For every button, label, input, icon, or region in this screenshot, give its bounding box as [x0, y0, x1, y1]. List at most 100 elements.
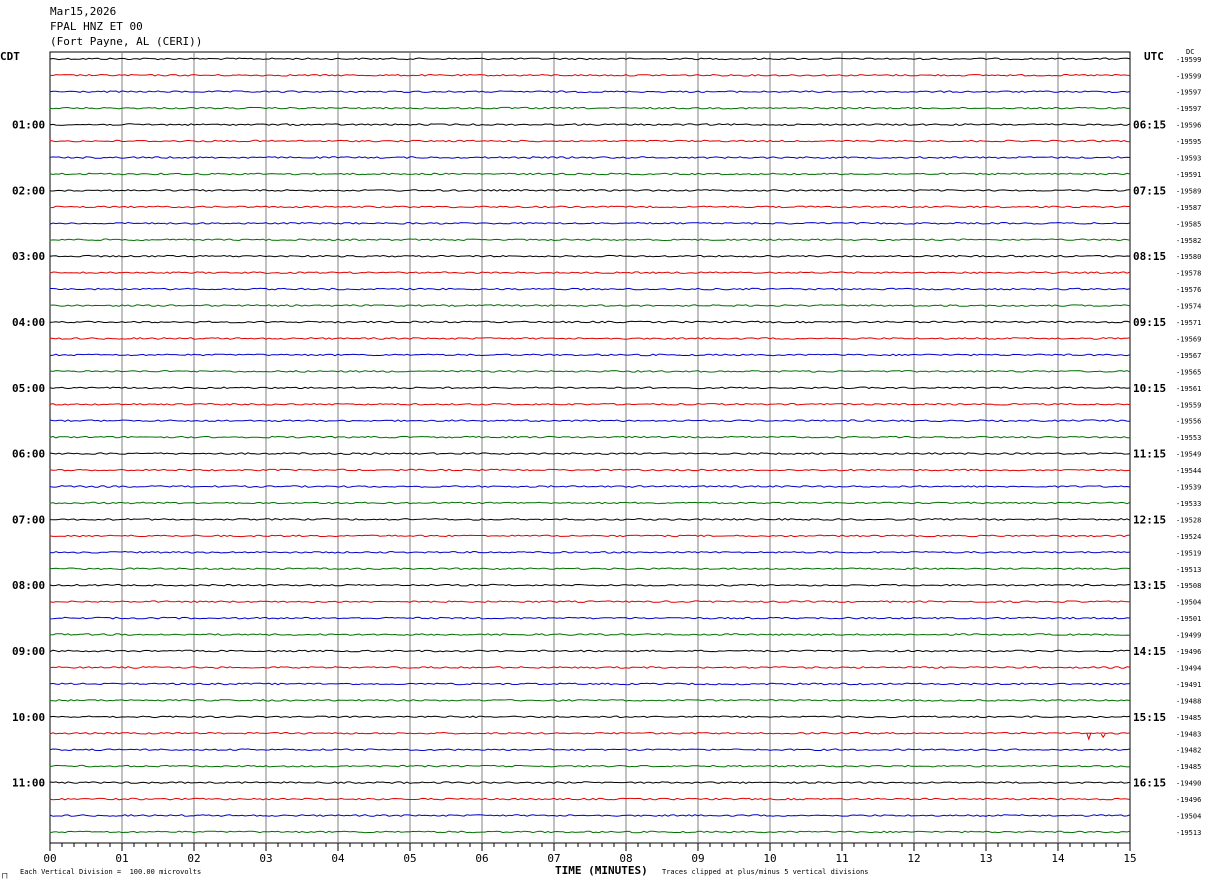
dc-offset-label: -19494 [1176, 664, 1201, 672]
x-tick-label: 14 [1051, 852, 1065, 865]
seismic-trace [49, 830, 1131, 834]
left-hour-label: 04:00 [12, 316, 45, 329]
left-hour-label: 01:00 [12, 119, 45, 132]
left-hour-label: 07:00 [12, 513, 45, 526]
seismic-trace [49, 649, 1131, 653]
x-tick-label: 04 [331, 852, 345, 865]
seismic-trace [49, 106, 1130, 110]
x-tick-label: 10 [763, 852, 776, 865]
x-axis-title: TIME (MINUTES) [555, 864, 648, 877]
dc-offset-label: -19508 [1176, 582, 1201, 590]
dc-offset-label: -19513 [1176, 566, 1201, 574]
dc-offset-label: -19597 [1176, 105, 1201, 113]
seismic-trace [49, 583, 1131, 587]
dc-offset-label: -19561 [1176, 385, 1201, 393]
dc-offset-label: -19591 [1176, 171, 1201, 179]
dc-offset-label: -19565 [1176, 368, 1201, 376]
seismic-trace [49, 287, 1131, 291]
seismic-trace [49, 238, 1131, 242]
dc-offset-label: -19567 [1176, 352, 1201, 360]
dc-offset-label: -19499 [1176, 632, 1201, 640]
seismic-trace [49, 304, 1131, 307]
dc-offset-label: -19488 [1176, 697, 1201, 705]
seismic-trace [49, 501, 1131, 505]
seismic-trace [49, 764, 1131, 768]
seismic-trace [49, 205, 1130, 209]
dc-offset-label: -19549 [1176, 451, 1201, 459]
dc-offset-label: -19539 [1176, 484, 1201, 492]
dc-offset-label: -19597 [1176, 89, 1201, 97]
x-tick-label: 01 [115, 852, 128, 865]
dc-offset-label: -19585 [1176, 220, 1201, 228]
dc-offset-label: -19556 [1176, 418, 1201, 426]
seismic-trace [49, 781, 1131, 784]
dc-offset-label: -19544 [1176, 467, 1201, 475]
clip-note: Traces clipped at plus/minus 5 vertical … [662, 868, 869, 876]
right-hour-label: 15:15 [1133, 711, 1166, 724]
right-hour-label: 08:15 [1133, 250, 1166, 263]
seismic-trace [49, 123, 1131, 126]
seismic-trace [49, 715, 1131, 719]
left-hour-label: 05:00 [12, 382, 45, 395]
seismic-trace [49, 435, 1131, 439]
helicorder-plot: -19599 -19599 -19597 -19597 -19596 01:00 06:15… [12, 51, 1201, 865]
dc-offset-label: -19582 [1176, 237, 1201, 245]
dc-offset-label: -19587 [1176, 204, 1201, 212]
right-hour-label: 14:15 [1133, 645, 1166, 658]
right-hour-label: 13:15 [1133, 579, 1166, 592]
seismic-trace [49, 452, 1131, 455]
seismic-trace [49, 320, 1131, 324]
dc-offset-label: -19519 [1176, 549, 1201, 557]
left-hour-label: 02:00 [12, 184, 45, 197]
dc-offset-label: -19576 [1176, 286, 1201, 294]
left-hour-label: 03:00 [12, 250, 45, 263]
seismic-trace [49, 353, 1131, 357]
seismic-trace [49, 271, 1131, 275]
seismic-trace [49, 57, 1131, 61]
dc-offset-label: -19524 [1176, 533, 1201, 541]
dc-offset-label: -19599 [1176, 56, 1201, 64]
plot-frame [49, 51, 1131, 844]
scale-note: Each Vertical Division = 100.00 microvol… [20, 868, 202, 876]
left-hour-label: 11:00 [12, 777, 45, 790]
x-tick-label: 11 [835, 852, 848, 865]
dc-offset-label: -19485 [1176, 714, 1201, 722]
dc-offset-label: -19578 [1176, 270, 1201, 278]
x-tick-label: 05 [403, 852, 416, 865]
seismic-trace [49, 633, 1131, 636]
seismic-trace [49, 172, 1131, 176]
seismic-trace [49, 139, 1131, 143]
x-tick-label: 02 [187, 852, 200, 865]
seismic-trace [49, 616, 1131, 620]
x-tick-label: 03 [259, 852, 272, 865]
seismic-trace [49, 814, 1131, 817]
seismic-trace [49, 682, 1130, 686]
seismic-trace [49, 731, 1131, 741]
seismic-trace [49, 748, 1131, 752]
dc-offset-label: -19596 [1176, 122, 1201, 130]
seismic-trace [49, 221, 1131, 225]
dc-offset-label: -19504 [1176, 599, 1201, 607]
left-hour-label: 06:00 [12, 448, 45, 461]
dc-offset-label: -19490 [1176, 780, 1201, 788]
x-tick-label: 00 [43, 852, 56, 865]
seismic-trace [49, 666, 1131, 669]
right-hour-label: 11:15 [1133, 448, 1166, 461]
right-hour-label: 12:15 [1133, 513, 1166, 526]
seismic-trace [49, 567, 1131, 571]
dc-offset-label: -19491 [1176, 681, 1201, 689]
dc-offset-label: -19533 [1176, 500, 1201, 508]
seismic-trace [49, 337, 1131, 340]
seismic-trace [49, 550, 1131, 554]
corner-mark-icon: ⨅ [2, 872, 8, 880]
seismic-trace [49, 468, 1131, 472]
right-hour-label: 06:15 [1133, 119, 1166, 132]
x-tick-label: 13 [979, 852, 992, 865]
dc-offset-label: -19589 [1176, 187, 1201, 195]
dc-offset-label: -19571 [1176, 319, 1201, 327]
dc-offset-label: -19569 [1176, 335, 1201, 343]
x-tick-label: 15 [1123, 852, 1136, 865]
seismic-trace [49, 534, 1131, 538]
dc-offset-label: -19504 [1176, 813, 1201, 821]
seismic-trace [49, 370, 1131, 373]
